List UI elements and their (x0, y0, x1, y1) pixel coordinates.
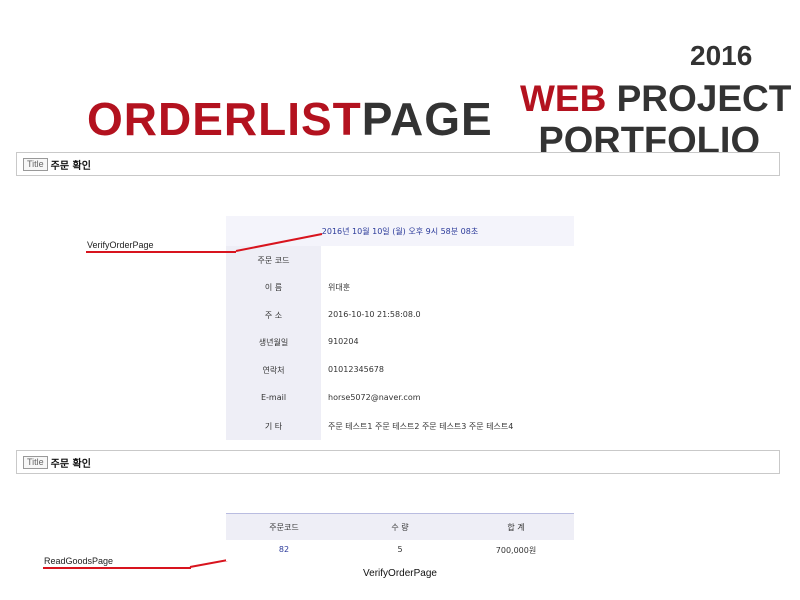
row-label: 연락처 (262, 366, 285, 375)
year-label: 2016 (690, 40, 753, 71)
row-label: 기 타 (264, 422, 283, 431)
section-title-bar-2: Title 주문 확인 (16, 450, 780, 474)
order-table: 주문코드 수 량 합 계 82 5 700,000원 (226, 513, 574, 561)
verify-order-panel: 2016년 10월 10일 (월) 오후 9시 58분 08초 주문 코드 이 … (226, 216, 574, 440)
header-quantity: 수 량 (391, 523, 409, 532)
row-label: 주 소 (264, 311, 283, 320)
row-label: 생년월일 (258, 338, 289, 347)
row-label: 이 름 (264, 283, 283, 292)
quantity-cell: 5 (397, 545, 403, 554)
header-total: 합 계 (507, 523, 525, 532)
web-word: WEB (520, 78, 607, 119)
page-title-rest: PAGE (361, 93, 493, 145)
row-address: 주 소 2016-10-10 21:58:08.0 (226, 301, 574, 328)
row-birthdate: 생년월일 910204 (226, 328, 574, 355)
web-project-heading: WEB PROJECT (520, 78, 791, 120)
page-title-accent: ORDERLIST (87, 93, 362, 145)
title-tag: Title (23, 455, 48, 469)
read-goods-callout-underline (43, 567, 191, 569)
header-order-code: 주문코드 (269, 523, 299, 532)
section-title: 주문 확인 (50, 458, 91, 470)
table-header: 주문코드 수 량 합 계 (226, 513, 574, 541)
row-name: 이 름 위대훈 (226, 273, 574, 300)
page-title: ORDERLISTPAGE (87, 92, 493, 146)
row-value: horse5072@naver.com (328, 393, 421, 402)
row-etc: 기 타 주문 테스트1 주문 테스트2 주문 테스트3 주문 테스트4 (226, 412, 574, 439)
table-row: 82 5 700,000원 (226, 540, 574, 561)
row-value: 910204 (328, 337, 359, 346)
section-title-bar-1: Title 주문 확인 (16, 152, 780, 176)
row-value: 01012345678 (328, 365, 384, 374)
row-value: 2016-10-10 21:58:08.0 (328, 310, 421, 319)
row-label: 주문 코드 (257, 256, 290, 265)
footer-page-label: VerifyOrderPage (363, 568, 437, 579)
row-value: 주문 테스트1 주문 테스트2 주문 테스트3 주문 테스트4 (328, 422, 514, 431)
row-order-code: 주문 코드 (226, 246, 574, 273)
row-phone: 연락처 01012345678 (226, 356, 574, 383)
read-goods-callout-label: ReadGoodsPage (44, 556, 114, 566)
project-word: PROJECT (606, 78, 792, 119)
order-date: 2016년 10월 10일 (월) 오후 9시 58분 08초 (321, 227, 479, 236)
order-code-link[interactable]: 82 (226, 545, 342, 554)
row-value: 위대훈 (328, 283, 351, 292)
total-cell: 700,000원 (495, 546, 537, 555)
row-email: E-mail horse5072@naver.com (226, 384, 574, 411)
verify-callout-label: VerifyOrderPage (87, 240, 154, 250)
verify-callout-underline (86, 251, 236, 253)
section-title: 주문 확인 (50, 160, 91, 172)
title-tag: Title (23, 157, 48, 171)
row-label: E-mail (260, 393, 287, 402)
